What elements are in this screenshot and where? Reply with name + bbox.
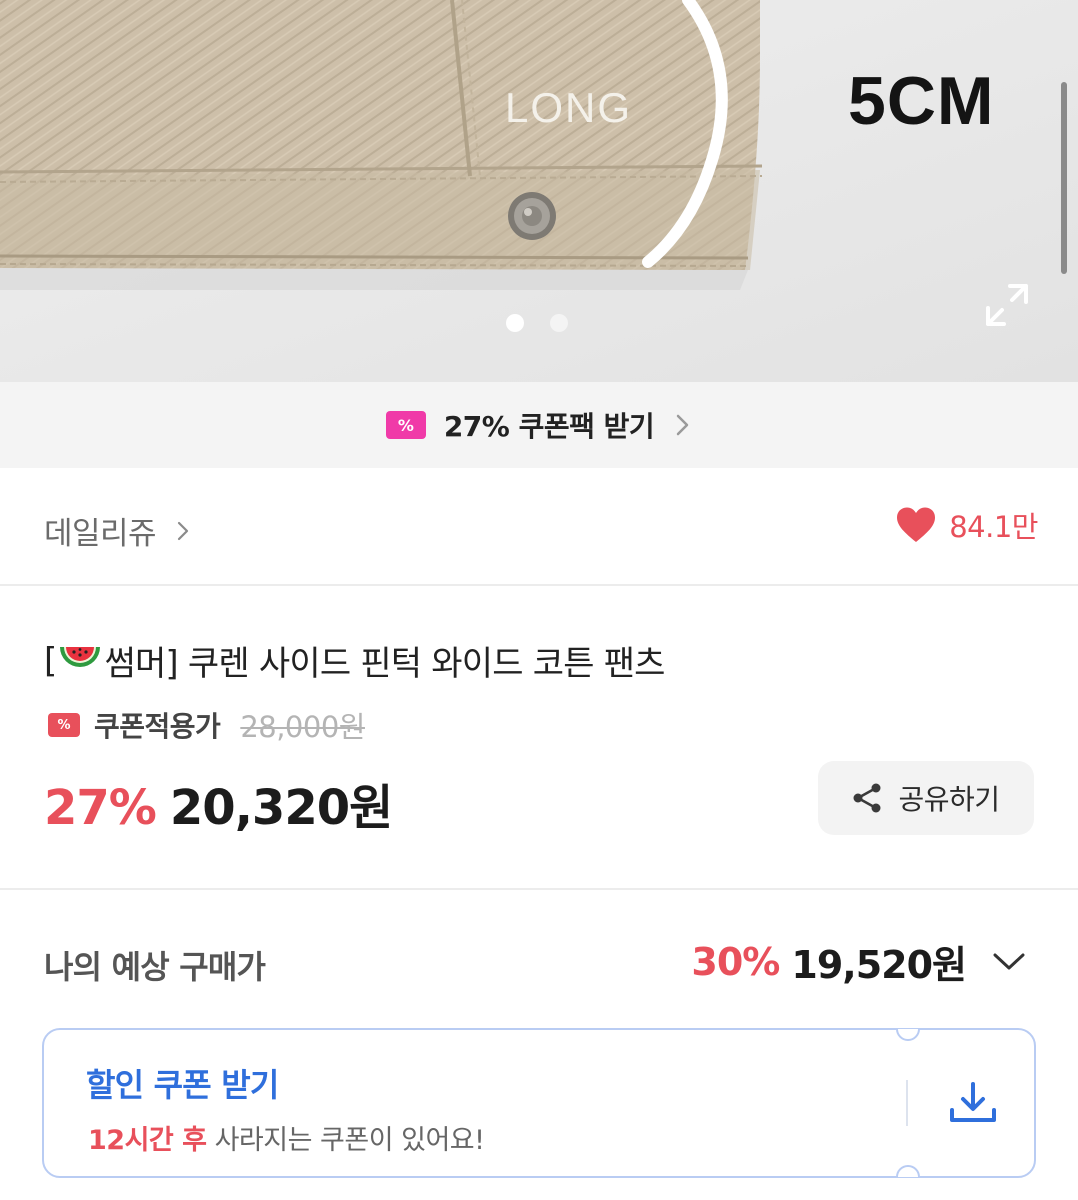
carousel-indicator [506,314,568,332]
share-label: 공유하기 [898,783,1000,816]
expected-discount-rate: 30% [691,939,780,984]
product-info: [ 썸머] 쿠렌 사이드 핀턱 와이드 코튼 팬츠 % 쿠폰적용가 28,000… [0,586,1078,890]
coupon-applied-label: 쿠폰적용가 [94,710,221,743]
coupon-pack-label: 27% 쿠폰팩 받기 [443,410,655,443]
coupon-expiry-highlight: 12시간 후 [88,1125,207,1156]
title-prefix: [ [44,640,57,681]
chevron-down-icon [993,953,1025,969]
like-button[interactable]: 84.1만 [895,504,1038,546]
brand-name: 데일리쥬 [44,516,157,552]
coupon-price-line: % 쿠폰적용가 28,000원 [48,704,365,746]
coupon-divider [906,1080,908,1126]
coupon-card-title: 할인 쿠폰 받기 [86,1066,279,1104]
coupon-expiry-text: 사라지는 쿠폰이 있어요! [206,1125,485,1156]
brand-row: 데일리쥬 84.1만 [0,468,1078,586]
original-price: 28,000원 [240,710,365,744]
size-overlay-label: 5CM [848,63,995,139]
sale-price-line: 27% 20,320원 [44,768,393,838]
coupon-notch [896,1029,920,1041]
scrollbar-thumb[interactable] [1061,82,1067,274]
title-text: 썸머] 쿠렌 사이드 핀턱 와이드 코튼 팬츠 [104,644,665,684]
coupon-ticket-icon: % [385,411,426,439]
coupon-notch [896,1165,920,1177]
coupon-ticket-icon: % [48,713,80,737]
share-button[interactable]: 공유하기 [818,761,1034,835]
long-overlay-label: LONG [505,84,633,131]
coupon-pack-banner[interactable]: % 27% 쿠폰팩 받기 [0,382,1078,468]
expected-price-toggle[interactable]: 30% 19,520원 [691,934,1028,989]
chevron-right-icon [177,521,189,540]
carousel-dot[interactable] [550,314,568,332]
watermelon-icon [60,646,101,667]
carousel-dot-active[interactable] [506,314,524,332]
heart-icon [897,507,936,542]
expand-icon[interactable] [984,282,1030,328]
discount-rate: 27% [44,780,157,836]
brand-link[interactable]: 데일리쥬 [44,508,190,553]
chevron-right-icon [676,414,689,436]
product-title: [ 썸머] 쿠렌 사이드 핀턱 와이드 코튼 팬츠 [44,636,665,685]
expected-price-value: 19,520원 [791,943,967,987]
sale-price: 20,320원 [169,780,393,836]
expected-price-label: 나의 예상 구매가 [44,948,266,986]
download-icon[interactable] [946,1080,1000,1126]
coupon-card-subtitle: 12시간 후 사라지는 쿠폰이 있어요! [88,1118,485,1157]
expected-price-section: 나의 예상 구매가 30% 19,520원 할인 쿠폰 받기 12시간 후 사라… [0,890,1078,1200]
product-image-carousel[interactable]: LONG 5CM [0,0,1078,382]
discount-coupon-card[interactable]: 할인 쿠폰 받기 12시간 후 사라지는 쿠폰이 있어요! [42,1028,1036,1178]
share-icon [853,783,881,813]
like-count: 84.1만 [949,510,1038,544]
